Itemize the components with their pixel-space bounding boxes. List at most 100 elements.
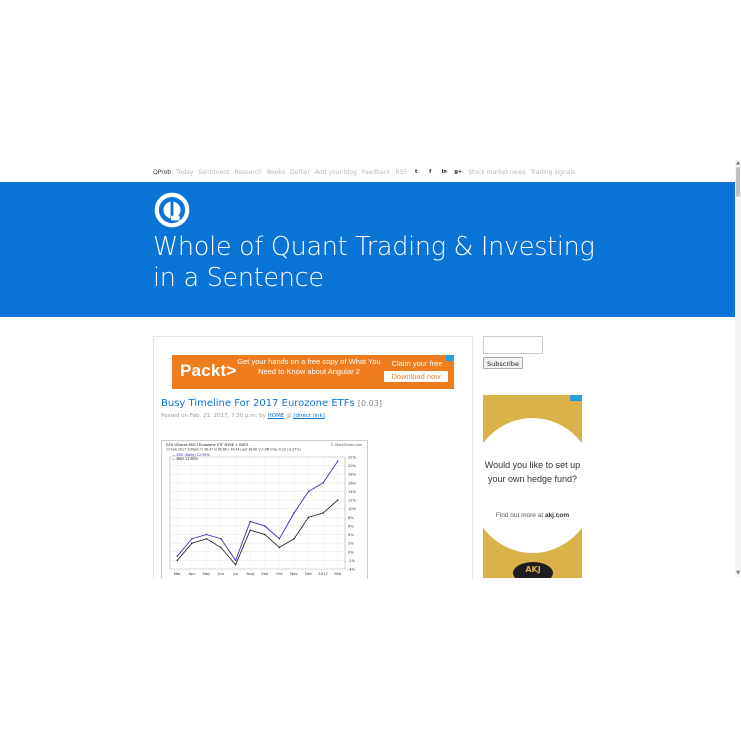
hero-banner: Whole of Quant Trading & Investing in a … [0, 182, 735, 317]
chart-y-tick-label: 6% [348, 524, 354, 528]
packt-logo: Packt> [180, 361, 237, 380]
chart-x-tick-label: Nov [290, 571, 298, 576]
chart-legend-entry: — MKO 12.60% [172, 457, 199, 461]
scroll-up-arrow-icon[interactable]: ▲ [736, 160, 740, 166]
chart-point [249, 520, 251, 523]
chart-y-tick-label: 14% [348, 490, 357, 494]
ad-find-out: Find out more at akj.com [483, 512, 582, 519]
nav-link-research[interactable]: Research [234, 169, 262, 176]
post-chart-image[interactable]: 22% 20% 18% 16% 14% 12% 10% 8% 6% 4% 2% 0% -2% -4% Mar… [161, 440, 368, 579]
chart-y-tick-label: 2% [348, 542, 354, 546]
chart-subtitle: 17-Feb-2017 3:00pm O 36.47 H 36.66 L 36.… [166, 448, 301, 452]
page-title: Whole of Quant Trading & Investing in a … [153, 232, 595, 293]
chart-x-tick-label: 2017 [318, 571, 328, 576]
chart-point [220, 546, 222, 549]
scrollbar-thumb[interactable] [736, 167, 740, 197]
nav-link-feedback[interactable]: Feedback [362, 169, 391, 176]
chart-x-tick-label: Feb [334, 571, 341, 576]
post-author-link[interactable]: HOME [268, 413, 285, 419]
chart-point [176, 555, 178, 557]
chart-point [278, 546, 281, 549]
nav-link-defiler[interactable]: Defiler [290, 169, 310, 176]
chart-point [293, 512, 295, 514]
chart-point [322, 512, 324, 514]
nav-link-sentiment[interactable]: Sentiment [198, 169, 229, 176]
chart-y-tick-label: 16% [348, 481, 357, 485]
chart-point [234, 559, 237, 562]
chart-x-tick-label: Mar [174, 571, 182, 576]
post-score: [0.03] [357, 399, 382, 408]
chart-x-tick-label: Jun [217, 571, 225, 576]
post-direct-link[interactable]: [direct link] [293, 413, 325, 419]
chart-point [249, 529, 251, 531]
chart-y-tick-label: -2% [348, 559, 356, 563]
chart-y-tick-label: 20% [348, 464, 357, 468]
chart-title: EZU iShares MSCI Eurozone ETF NYSE + BAT… [166, 443, 249, 447]
chart-point [322, 482, 324, 484]
ad-download-button[interactable]: Download now [384, 371, 448, 382]
facebook-icon[interactable]: f [426, 168, 434, 176]
ad-question: Would you like to set up your own hedge … [484, 460, 581, 484]
nav-link-stock-news[interactable]: Stock market news [468, 169, 525, 176]
chart-point [278, 538, 281, 540]
chart-x-tick-label: Aug [246, 571, 254, 576]
akj-logo: AKJ [513, 562, 553, 578]
ad-close-icon[interactable] [570, 395, 582, 401]
top-nav: QProb Today Sentiment Research Books Def… [153, 166, 580, 178]
chart-y-tick-label: 8% [348, 516, 354, 520]
nav-link-today[interactable]: Today [176, 169, 193, 176]
linkedin-icon[interactable]: in [440, 168, 448, 176]
chart-point [307, 516, 310, 519]
qprob-logo-icon[interactable] [153, 191, 191, 229]
ad-find-out-text: Find out more at [495, 512, 544, 519]
scrollbar[interactable] [735, 160, 741, 577]
chart-point [176, 559, 178, 562]
twitter-icon[interactable]: t [412, 168, 420, 176]
nav-link-rss[interactable]: RSS [395, 169, 407, 176]
chart-point [205, 533, 208, 536]
chart-point [191, 538, 193, 540]
ad-banner-cta-text: Claim your free [391, 359, 443, 368]
chart-point [337, 499, 339, 501]
subscribe-email-input[interactable] [483, 336, 543, 354]
nav-link-books[interactable]: Books [267, 169, 285, 176]
chart-point [205, 538, 208, 540]
google-plus-icon[interactable]: g+ [454, 168, 462, 176]
chart-point [191, 542, 193, 544]
chart-y-tick-label: 10% [348, 507, 357, 511]
nav-brand[interactable]: QProb [153, 169, 171, 176]
ad-banner-text: Get your hands on a free copy of What Yo… [237, 357, 381, 376]
chart-point [293, 538, 295, 540]
scroll-down-arrow-icon[interactable]: ▼ [736, 570, 740, 576]
ad-banner[interactable]: Packt> Get your hands on a free copy of … [172, 355, 454, 389]
chart-y-tick-label: -4% [348, 568, 356, 572]
sidebar-ad[interactable]: Would you like to set up your own hedge … [483, 395, 582, 578]
main-content: Packt> Get your hands on a free copy of … [153, 336, 473, 579]
post-meta-at: @ [286, 413, 292, 419]
chart-point [264, 525, 266, 527]
chart-point [264, 533, 266, 536]
chart-x-tick-label: Sep [261, 571, 269, 576]
chart-point [234, 563, 237, 566]
chart-y-tick-label: 12% [348, 499, 357, 503]
post-meta: Posted on Feb. 21, 2017, 7:30 p.m. by HO… [161, 413, 325, 419]
post-title-link[interactable]: Busy Timeline For 2017 Eurozone ETFs [161, 398, 355, 409]
post-title-row: Busy Timeline For 2017 Eurozone ETFs [0.… [161, 398, 382, 409]
nav-link-trading-signals[interactable]: Trading signals [530, 169, 575, 176]
subscribe-button[interactable]: Subscribe [483, 357, 523, 369]
chart-x-tick-label: May [203, 571, 212, 576]
chart-x-tick-label: Dec [305, 571, 312, 576]
chart-y-tick-label: 18% [348, 473, 357, 477]
chart-point [220, 538, 222, 540]
chart-y-tick-label: 22% [348, 456, 357, 460]
chart-point [307, 490, 310, 493]
chart-point [337, 460, 339, 463]
chart-x-tick-label: Oct [276, 571, 283, 576]
chart-plot-area [169, 456, 346, 570]
stock-chart: 22% 20% 18% 16% 14% 12% 10% 8% 6% 4% 2% 0% -2% -4% Mar… [166, 443, 362, 576]
chart-y-tick-label: 4% [348, 533, 354, 537]
chart-x-tick-label: Jul [232, 571, 238, 576]
ad-site-link[interactable]: akj.com [545, 512, 569, 519]
chart-source: © StockCharts.com [331, 443, 362, 447]
nav-link-add-blog[interactable]: Add your blog [315, 169, 357, 176]
